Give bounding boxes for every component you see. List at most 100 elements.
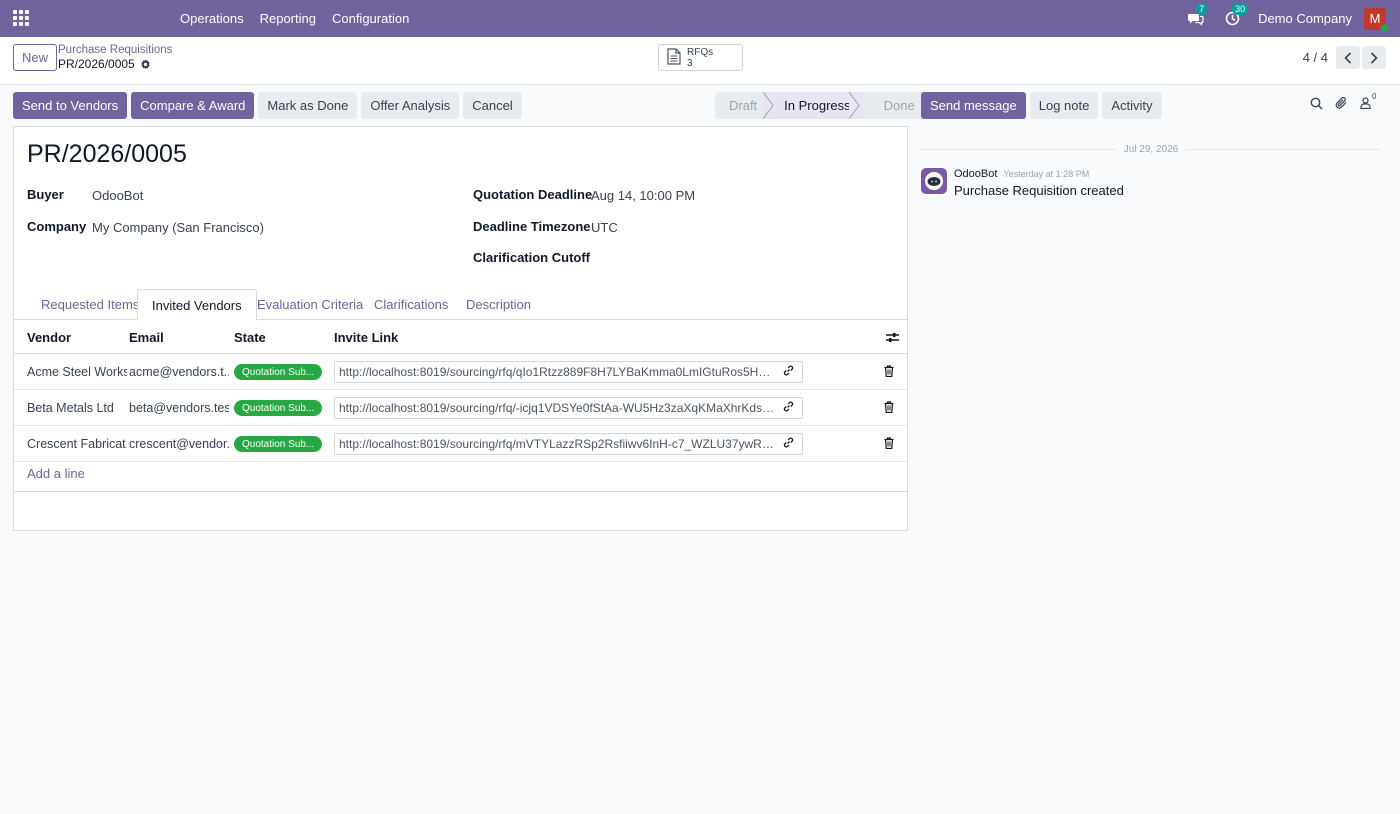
followers-button[interactable]: 0 xyxy=(1360,92,1388,109)
deadline-timezone-label: Deadline Timezone xyxy=(473,219,591,234)
form-action-buttons: Send to Vendors Compare & Award Mark as … xyxy=(13,92,526,119)
link-icon[interactable] xyxy=(783,401,794,415)
column-header-invite-link[interactable]: Invite Link xyxy=(334,320,398,354)
online-status-dot xyxy=(1380,23,1389,33)
company-label: Company xyxy=(27,219,87,234)
menu-item-reporting[interactable]: Reporting xyxy=(252,11,324,26)
pager-next-button[interactable] xyxy=(1362,46,1386,69)
invite-link-text: http://localhost:8019/sourcing/rfq/qIo1R… xyxy=(339,365,775,379)
vendors-table-header: Vendor Email State Invite Link xyxy=(14,320,907,354)
buyer-field[interactable]: OdooBot xyxy=(92,188,143,203)
optional-columns-toggle[interactable] xyxy=(886,320,899,354)
menu-item-operations[interactable]: Operations xyxy=(172,11,252,26)
mark-as-done-button[interactable]: Mark as Done xyxy=(258,92,358,119)
form-sheet: PR/2026/0005 Buyer OdooBot Company My Co… xyxy=(13,126,908,531)
new-button[interactable]: New xyxy=(13,44,58,71)
invite-link-field[interactable]: http://localhost:8019/sourcing/rfq/qIo1R… xyxy=(334,361,803,383)
invite-link-text: http://localhost:8019/sourcing/rfq/mVTYL… xyxy=(339,437,775,451)
date-separator: Jul 29, 2026 xyxy=(921,142,1381,156)
odoobot-avatar[interactable] xyxy=(921,168,947,194)
email-cell[interactable]: beta@vendors.test xyxy=(129,390,229,426)
tab-invited-vendors[interactable]: Invited Vendors xyxy=(137,289,257,321)
send-to-vendors-button[interactable]: Send to Vendors xyxy=(13,92,128,119)
stage-done[interactable]: Done xyxy=(862,92,929,119)
message-body: Purchase Requisition created xyxy=(954,183,1124,198)
send-message-button[interactable]: Send message xyxy=(921,92,1026,119)
delete-row-icon[interactable] xyxy=(884,365,894,380)
invite-link-field[interactable]: http://localhost:8019/sourcing/rfq/-icjq… xyxy=(334,397,803,419)
status-badge: Quotation Sub... xyxy=(234,436,323,452)
status-badge: Quotation Sub... xyxy=(234,400,323,416)
add-line-row xyxy=(14,461,907,492)
link-icon[interactable] xyxy=(783,437,794,451)
add-a-line-link[interactable]: Add a line xyxy=(27,466,85,481)
main-menu: Operations Reporting Configuration xyxy=(172,0,417,37)
column-header-vendor[interactable]: Vendor xyxy=(27,320,71,354)
table-row[interactable]: Beta Metals Ltd beta@vendors.test Quotat… xyxy=(14,390,907,426)
clarification-cutoff-field[interactable] xyxy=(591,251,791,267)
gear-icon[interactable] xyxy=(140,59,151,70)
user-avatar[interactable]: M xyxy=(1364,7,1389,33)
link-icon[interactable] xyxy=(783,365,794,379)
chevron-left-icon xyxy=(1344,51,1352,64)
control-panel: New Purchase Requisitions PR/2026/0005 R… xyxy=(0,37,1400,85)
search-icon[interactable] xyxy=(1310,97,1323,110)
message-author-name[interactable]: OdooBot xyxy=(954,168,997,180)
date-separator-label: Jul 29, 2026 xyxy=(1123,143,1179,155)
rfqs-smart-button[interactable]: RFQs 3 xyxy=(658,44,743,71)
cancel-button[interactable]: Cancel xyxy=(463,92,522,119)
table-row[interactable]: Acme Steel Works acme@vendors.t... Quota… xyxy=(14,354,907,390)
column-header-email[interactable]: Email xyxy=(129,320,164,354)
tab-evaluation-criteria[interactable]: Evaluation Criteria xyxy=(243,289,377,320)
email-cell[interactable]: acme@vendors.t... xyxy=(129,354,229,390)
status-badge: Quotation Sub... xyxy=(234,364,323,380)
notebook-tabs: Requested Items Invited Vendors Evaluati… xyxy=(14,289,907,321)
activity-button[interactable]: Activity xyxy=(1102,92,1162,119)
messages-icon[interactable]: 7 xyxy=(1186,2,1208,29)
paperclip-icon[interactable] xyxy=(1335,96,1348,110)
column-header-state[interactable]: State xyxy=(234,320,266,354)
deadline-timezone-field[interactable]: UTC xyxy=(591,220,618,235)
vendor-cell[interactable]: Acme Steel Works xyxy=(27,354,127,390)
delete-row-icon[interactable] xyxy=(884,437,894,452)
pager-previous-button[interactable] xyxy=(1336,46,1360,69)
document-icon xyxy=(667,47,681,68)
breadcrumb-current-label: PR/2026/0005 xyxy=(58,57,135,71)
state-cell: Quotation Sub... xyxy=(234,426,330,462)
table-row[interactable]: Crescent Fabricat... crescent@vendor... … xyxy=(14,426,907,462)
delete-row-icon[interactable] xyxy=(884,401,894,416)
sliders-icon xyxy=(886,332,899,342)
followers-count: 0 xyxy=(1372,92,1377,101)
log-note-button[interactable]: Log note xyxy=(1029,92,1099,119)
tab-requested-items[interactable]: Requested Items xyxy=(27,289,153,320)
breadcrumb-parent-link[interactable]: Purchase Requisitions xyxy=(58,44,172,57)
tab-description[interactable]: Description xyxy=(452,289,545,320)
invite-link-field[interactable]: http://localhost:8019/sourcing/rfq/mVTYL… xyxy=(334,433,803,455)
status-bar: Draft In Progress Done xyxy=(715,92,929,119)
clarification-cutoff-label: Clarification Cutoff xyxy=(473,250,590,265)
offer-analysis-button[interactable]: Offer Analysis xyxy=(361,92,460,119)
email-cell[interactable]: crescent@vendor... xyxy=(129,426,229,462)
company-field[interactable]: My Company (San Francisco) xyxy=(92,220,264,235)
tab-clarifications[interactable]: Clarifications xyxy=(360,289,462,320)
state-cell: Quotation Sub... xyxy=(234,390,330,426)
app-menu-icon[interactable] xyxy=(12,9,30,27)
rfqs-label: RFQs xyxy=(687,46,714,58)
pager-value[interactable]: 4 / 4 xyxy=(1303,50,1328,65)
messages-count-badge: 7 xyxy=(1196,2,1208,15)
company-switcher[interactable]: Demo Company xyxy=(1258,11,1352,26)
stage-draft[interactable]: Draft xyxy=(715,92,766,119)
user-icon xyxy=(1360,97,1371,109)
activities-icon[interactable]: 30 xyxy=(1222,2,1249,29)
breadcrumb-current: PR/2026/0005 xyxy=(58,57,172,72)
breadcrumb: Purchase Requisitions PR/2026/0005 xyxy=(58,44,172,72)
chatter-tools: 0 xyxy=(1310,92,1400,110)
activities-count-badge: 30 xyxy=(1232,2,1249,15)
vendor-cell[interactable]: Crescent Fabricat... xyxy=(27,426,127,462)
vendor-cell[interactable]: Beta Metals Ltd xyxy=(27,390,127,426)
menu-item-configuration[interactable]: Configuration xyxy=(324,11,417,26)
invite-link-text: http://localhost:8019/sourcing/rfq/-icjq… xyxy=(339,401,775,415)
compare-award-button[interactable]: Compare & Award xyxy=(131,92,255,119)
stage-separator-icon xyxy=(849,92,860,119)
quotation-deadline-field[interactable]: Aug 14, 10:00 PM xyxy=(591,188,695,203)
